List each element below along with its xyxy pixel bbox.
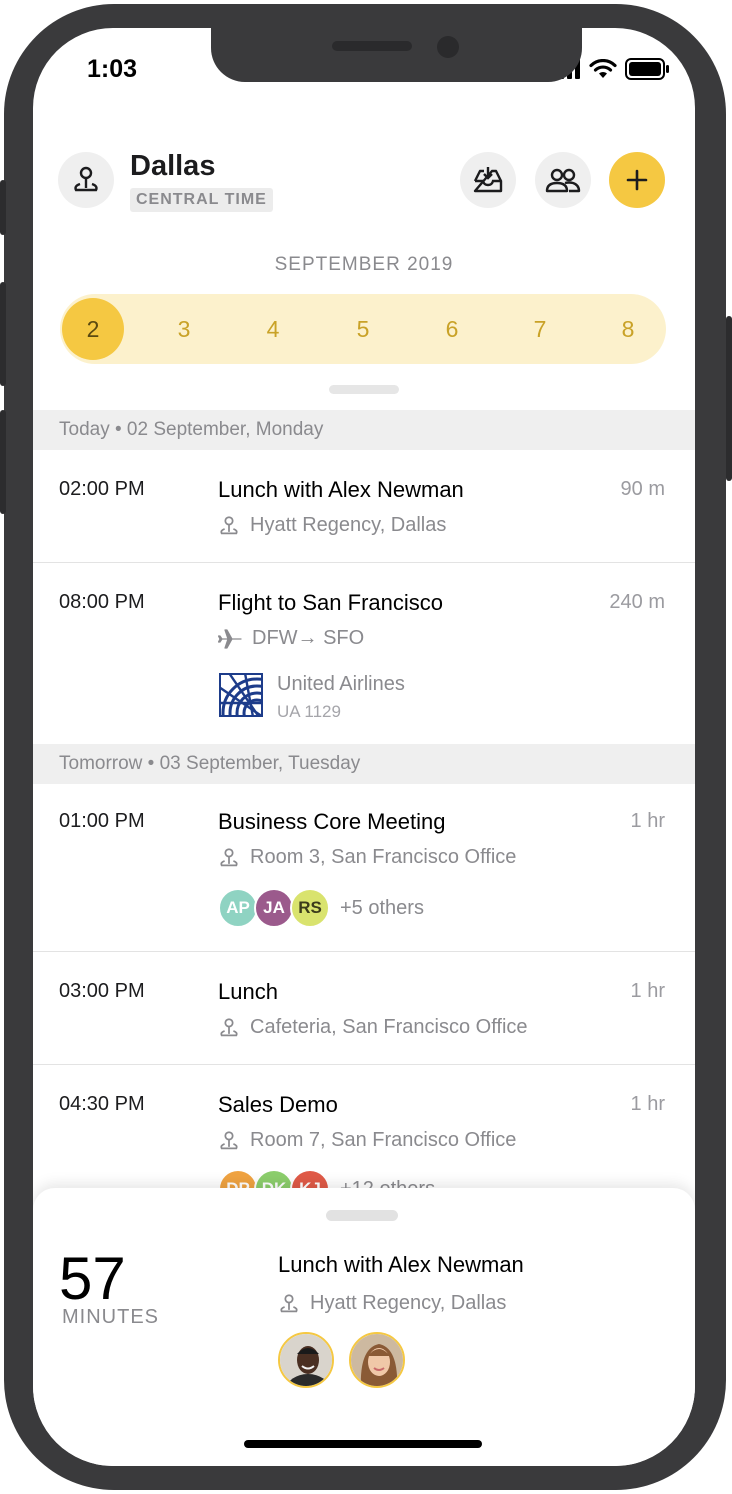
timezone-badge: CENTRAL TIME xyxy=(130,188,273,212)
location-pin-icon xyxy=(220,1130,238,1149)
sheet-drag-handle[interactable] xyxy=(326,1210,398,1221)
next-event-location: Hyatt Regency, Dallas xyxy=(278,1292,506,1315)
calendar-drag-handle[interactable] xyxy=(329,385,399,394)
front-camera xyxy=(437,36,459,58)
screen: 1:03 Dallas CENTRAL TIME SEPTEMBER 2019 … xyxy=(33,28,695,1466)
next-event-location-text: Hyatt Regency, Dallas xyxy=(310,1292,507,1314)
flight-route-text: DFW→ SFO xyxy=(252,627,365,649)
airplane-icon xyxy=(218,628,242,649)
header: Dallas CENTRAL TIME xyxy=(33,138,695,228)
location-pin-icon xyxy=(280,1293,298,1312)
event-location: Room 3, San Francisco Office xyxy=(218,846,516,869)
people-button[interactable] xyxy=(535,152,591,208)
city-name: Dallas xyxy=(130,150,216,182)
event-title: Sales Demo xyxy=(218,1092,338,1117)
battery-icon xyxy=(625,58,669,80)
event-location: Cafeteria, San Francisco Office xyxy=(218,1016,528,1039)
event-location-text: Cafeteria, San Francisco Office xyxy=(250,1016,528,1038)
inbox-download-icon xyxy=(473,167,503,193)
event-row[interactable]: 03:00 PM Lunch 1 hr Cafeteria, San Franc… xyxy=(33,952,695,1065)
power-button xyxy=(726,316,732,481)
event-duration: 1 hr xyxy=(630,1093,665,1115)
united-airlines-logo xyxy=(219,673,263,717)
add-event-button[interactable] xyxy=(609,152,665,208)
event-duration: 1 hr xyxy=(630,980,665,1002)
section-header-tomorrow: Tomorrow • 03 September, Tuesday xyxy=(33,744,695,784)
event-location-text: Hyatt Regency, Dallas xyxy=(250,514,447,536)
month-label: SEPTEMBER 2019 xyxy=(274,254,454,275)
avatar: RS xyxy=(290,888,330,928)
volume-up-button xyxy=(0,282,6,386)
date-6[interactable]: 6 xyxy=(422,294,482,364)
event-title: Lunch with Alex Newman xyxy=(218,477,464,502)
event-title: Flight to San Francisco xyxy=(218,590,443,615)
event-time: 01:00 PM xyxy=(59,810,145,832)
airline-name: United Airlines xyxy=(277,673,405,695)
mute-switch xyxy=(0,180,6,235)
avatar: AP xyxy=(218,888,258,928)
event-row[interactable]: 08:00 PM Flight to San Francisco 240 m D… xyxy=(33,563,695,744)
event-row[interactable]: 02:00 PM Lunch with Alex Newman 90 m Hya… xyxy=(33,450,695,563)
plus-icon xyxy=(626,169,648,191)
event-row[interactable]: 01:00 PM Business Core Meeting 1 hr Room… xyxy=(33,784,695,952)
date-7[interactable]: 7 xyxy=(510,294,570,364)
event-duration: 90 m xyxy=(620,478,665,500)
attendee-avatars[interactable]: AP JA RS +5 others xyxy=(218,888,424,928)
event-location: Hyatt Regency, Dallas xyxy=(218,514,446,537)
event-time: 08:00 PM xyxy=(59,591,145,613)
event-location-text: Room 7, San Francisco Office xyxy=(250,1129,517,1151)
countdown-unit: MINUTES xyxy=(62,1306,159,1328)
date-4[interactable]: 4 xyxy=(243,294,303,364)
attendee-photo[interactable] xyxy=(349,1332,405,1388)
section-header-today: Today • 02 September, Monday xyxy=(33,410,695,450)
next-event-title: Lunch with Alex Newman xyxy=(278,1252,524,1277)
date-strip: 2 3 4 5 6 7 8 xyxy=(60,294,666,364)
event-time: 02:00 PM xyxy=(59,478,145,500)
other-attendees-count: +5 others xyxy=(340,896,424,919)
event-duration: 240 m xyxy=(609,591,665,613)
event-location: Room 7, San Francisco Office xyxy=(218,1129,516,1152)
date-3[interactable]: 3 xyxy=(154,294,214,364)
inbox-button[interactable] xyxy=(460,152,516,208)
people-icon xyxy=(545,168,581,193)
location-pin-icon xyxy=(220,847,238,866)
date-8[interactable]: 8 xyxy=(598,294,658,364)
location-button[interactable] xyxy=(58,152,114,208)
flight-route: DFW→ SFO xyxy=(218,627,364,650)
person-photo xyxy=(280,1334,332,1386)
status-time: 1:03 xyxy=(87,55,138,83)
event-title: Lunch xyxy=(218,979,278,1004)
event-title: Business Core Meeting xyxy=(218,809,446,834)
speaker xyxy=(332,41,412,51)
attendee-photo[interactable] xyxy=(278,1332,334,1388)
person-photo xyxy=(351,1334,403,1386)
location-pin-icon xyxy=(220,1017,238,1036)
event-time: 04:30 PM xyxy=(59,1093,145,1115)
location-pin-icon xyxy=(220,515,238,534)
event-duration: 1 hr xyxy=(630,810,665,832)
location-pin-icon xyxy=(74,166,98,192)
avatar: JA xyxy=(254,888,294,928)
event-time: 03:00 PM xyxy=(59,980,145,1002)
date-2[interactable]: 2 xyxy=(62,298,124,360)
notch xyxy=(211,28,582,82)
home-indicator[interactable] xyxy=(244,1440,482,1448)
volume-down-button xyxy=(0,410,6,514)
countdown-minutes: 57 xyxy=(59,1245,126,1312)
next-event-sheet[interactable]: 57 MINUTES Lunch with Alex Newman Hyatt … xyxy=(33,1188,695,1466)
date-5[interactable]: 5 xyxy=(333,294,393,364)
flight-number: UA 1129 xyxy=(277,702,341,721)
wifi-icon xyxy=(589,59,617,78)
event-location-text: Room 3, San Francisco Office xyxy=(250,846,517,868)
